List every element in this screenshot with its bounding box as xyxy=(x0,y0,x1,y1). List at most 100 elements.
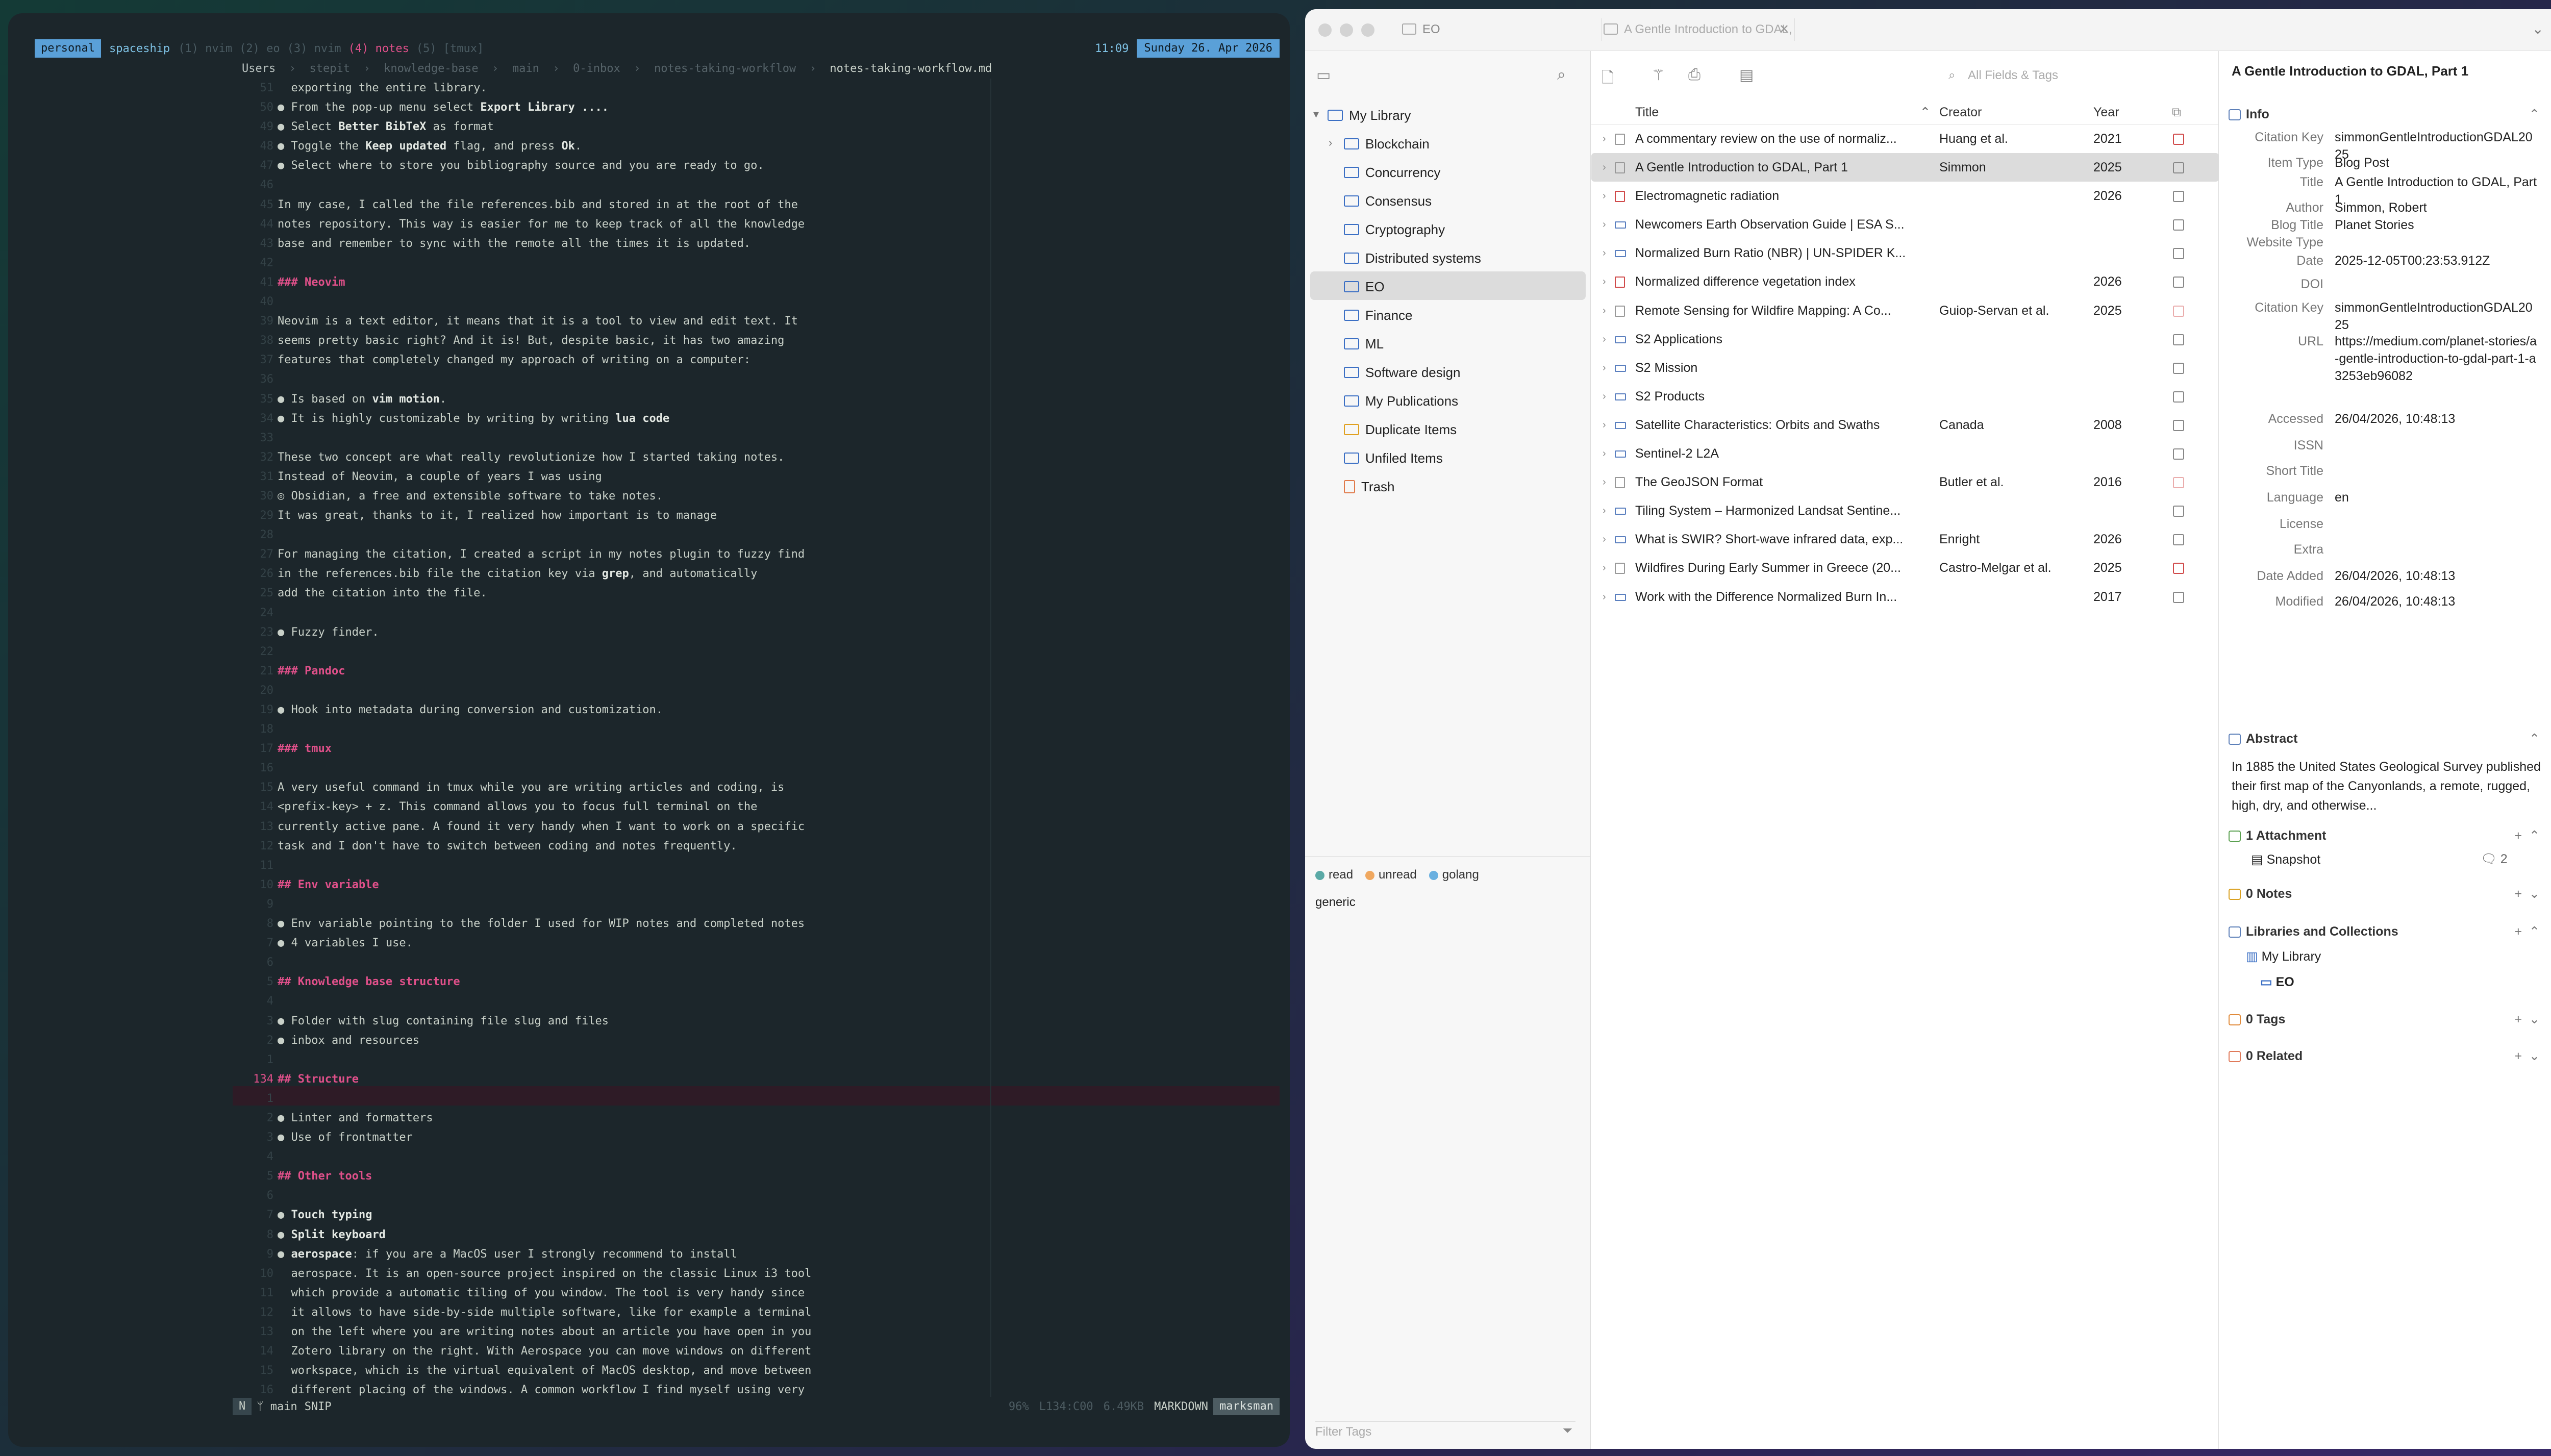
editor-line[interactable] xyxy=(278,370,992,389)
new-note-icon[interactable]: ▤ xyxy=(1739,66,1754,84)
editor-line[interactable] xyxy=(278,720,992,739)
tag-unread[interactable]: unread xyxy=(1365,868,1417,882)
editor-line[interactable]: ● Toggle the Keep updated flag, and pres… xyxy=(278,137,992,156)
tag-golang[interactable]: golang xyxy=(1429,868,1479,882)
snapshot-attachment-icon[interactable] xyxy=(2173,277,2184,288)
tmux-window-2[interactable]: (2) eo xyxy=(239,42,280,55)
editor-line[interactable]: task and I don't have to switch between … xyxy=(278,837,992,856)
new-item-icon[interactable]: 🗋 xyxy=(1602,66,1614,92)
new-collection-icon[interactable]: ▭ xyxy=(1316,66,1331,84)
editor-line[interactable]: ### Pandoc xyxy=(278,662,992,681)
table-row[interactable]: › Satellite Characteristics: Orbits and S… xyxy=(1591,411,2219,439)
breadcrumb-item[interactable]: notes-taking-workflow.md xyxy=(830,62,992,75)
collection-ml[interactable]: ML xyxy=(1310,329,1586,357)
editor-line[interactable]: workspace, which is the virtual equivale… xyxy=(278,1361,992,1380)
editor-line[interactable]: add the citation into the file. xyxy=(278,584,992,603)
collection-duplicate-items[interactable]: Duplicate Items xyxy=(1310,414,1586,443)
table-row[interactable]: › What is SWIR? Short-wave infrared data,… xyxy=(1591,525,2219,554)
sort-ascending-icon[interactable]: ⌃ xyxy=(1920,100,1931,124)
disclosure-triangle-icon[interactable]: › xyxy=(1603,411,1606,439)
add-attachment-icon[interactable]: ⎙ xyxy=(1688,66,1700,84)
add-collapse-controls[interactable]: + ⌃ xyxy=(2515,921,2540,942)
pdf-attachment-icon[interactable] xyxy=(2173,477,2184,489)
snapshot-attachment-icon[interactable] xyxy=(2173,591,2184,603)
editor-line[interactable]: ● It is highly customizable by writing b… xyxy=(278,409,992,429)
editor-line[interactable]: ◎ Obsidian, a free and extensible softwa… xyxy=(278,487,992,506)
editor-line[interactable] xyxy=(278,429,992,448)
field-value[interactable]: en xyxy=(2335,489,2539,506)
editor-line[interactable]: ● Folder with slug containing file slug … xyxy=(278,1012,992,1031)
section-info-header[interactable]: Info ⌃ xyxy=(2229,104,2545,124)
editor-line[interactable] xyxy=(278,681,992,700)
editor-line[interactable]: currently active pane. A found it very h… xyxy=(278,817,992,837)
collection-software-design[interactable]: Software design xyxy=(1310,357,1586,386)
editor-line[interactable]: For managing the citation, I created a s… xyxy=(278,545,992,564)
disclosure-triangle-icon[interactable]: › xyxy=(1603,182,1606,210)
editor-line[interactable] xyxy=(278,1147,992,1167)
field-value[interactable]: 26/04/2026, 10:48:13 xyxy=(2335,410,2539,428)
table-row[interactable]: › A commentary review on the use of norma… xyxy=(1591,124,2219,153)
column-title[interactable]: Title xyxy=(1635,100,1659,124)
pdf-attachment-icon[interactable] xyxy=(2173,305,2184,317)
section-libraries-header[interactable]: Libraries and Collections + ⌃ xyxy=(2229,921,2545,942)
minimize-window-button[interactable] xyxy=(1340,23,1353,37)
breadcrumb-item[interactable]: notes-taking-workflow xyxy=(654,62,796,75)
disclosure-triangle-icon[interactable]: › xyxy=(1603,296,1606,325)
filter-icon[interactable]: ⏷ xyxy=(1563,1424,1572,1438)
abstract-text[interactable]: In 1885 the United States Geological Sur… xyxy=(2232,757,2543,815)
section-related-header[interactable]: 0 Related + ⌄ xyxy=(2229,1046,2545,1066)
snapshot-attachment-icon[interactable] xyxy=(2173,448,2184,460)
editor-line[interactable]: in the references.bib file the citation … xyxy=(278,564,992,584)
search-icon[interactable]: ⌕ xyxy=(1557,66,1566,84)
table-row[interactable]: › Wildfires During Early Summer in Greece… xyxy=(1591,554,2219,582)
editor-line[interactable]: ### Neovim xyxy=(278,273,992,292)
disclosure-triangle-icon[interactable]: › xyxy=(1603,325,1606,354)
editor-line[interactable]: ## Other tools xyxy=(278,1167,992,1186)
snapshot-attachment-icon[interactable] xyxy=(2173,391,2184,403)
disclosure-triangle-icon[interactable]: › xyxy=(1603,468,1606,496)
editor-line[interactable] xyxy=(278,1186,992,1206)
editor-line[interactable] xyxy=(278,525,992,545)
editor-line[interactable]: <prefix-key> + z. This command allows yo… xyxy=(278,797,992,817)
collection-concurrency[interactable]: Concurrency xyxy=(1310,157,1586,186)
disclosure-triangle-icon[interactable]: › xyxy=(1603,239,1606,267)
editor-line[interactable]: These two concept are what really revolu… xyxy=(278,448,992,467)
editor-line[interactable] xyxy=(278,759,992,778)
editor-line[interactable]: ● Fuzzy finder. xyxy=(278,623,992,642)
editor-line[interactable]: aerospace. It is an open-source project … xyxy=(278,1264,992,1284)
collection-distributed-systems[interactable]: Distributed systems xyxy=(1310,243,1586,271)
snapshot-attachment-icon[interactable] xyxy=(2173,219,2184,231)
close-window-button[interactable] xyxy=(1318,23,1332,37)
editor-line[interactable] xyxy=(278,292,992,312)
table-row[interactable]: › Normalized difference vegetation index 2… xyxy=(1591,267,2219,296)
editor-line[interactable]: base and remember to sync with the remot… xyxy=(278,234,992,254)
breadcrumb-item[interactable]: Users xyxy=(242,62,276,75)
add-expand-controls[interactable]: + ⌄ xyxy=(2515,1046,2540,1066)
editor-line[interactable]: ● Touch typing xyxy=(278,1206,992,1225)
editor-line[interactable]: seems pretty basic right? And it is! But… xyxy=(278,331,992,350)
tab-library-eo[interactable]: EO xyxy=(1400,18,1440,41)
editor-line[interactable]: it allows to have side-by-side multiple … xyxy=(278,1303,992,1322)
column-year[interactable]: Year xyxy=(2093,100,2119,124)
zoom-window-button[interactable] xyxy=(1361,23,1374,37)
field-value[interactable]: https://medium.com/planet-stories/a-gent… xyxy=(2335,333,2539,385)
disclosure-triangle-icon[interactable]: › xyxy=(1603,382,1606,411)
editor-line[interactable] xyxy=(278,856,992,875)
editor-line[interactable] xyxy=(278,895,992,914)
editor-line[interactable]: ● Is based on vim motion. xyxy=(278,390,992,409)
tag-generic[interactable]: generic xyxy=(1315,895,1581,910)
tag-read[interactable]: read xyxy=(1315,868,1353,882)
editor-line[interactable]: which provide a automatic tiling of you … xyxy=(278,1284,992,1303)
editor-line[interactable]: exporting the entire library. xyxy=(278,79,992,98)
field-value[interactable]: Simmon, Robert xyxy=(2335,199,2539,216)
snapshot-attachment-icon[interactable] xyxy=(2173,362,2184,374)
editor-line[interactable]: features that completely changed my appr… xyxy=(278,350,992,370)
disclosure-triangle-icon[interactable]: › xyxy=(1603,525,1606,554)
collection-cryptography[interactable]: Cryptography xyxy=(1310,214,1586,243)
table-row[interactable]: › Newcomers Earth Observation Guide | ESA… xyxy=(1591,210,2219,239)
editor-line[interactable]: It was great, thanks to it, I realized h… xyxy=(278,506,992,525)
disclosure-triangle-icon[interactable]: › xyxy=(1603,354,1606,382)
tmux-window-4[interactable]: (4) notes xyxy=(348,42,409,55)
section-tags-header[interactable]: 0 Tags + ⌄ xyxy=(2229,1009,2545,1030)
disclosure-triangle-icon[interactable]: › xyxy=(1603,124,1606,153)
